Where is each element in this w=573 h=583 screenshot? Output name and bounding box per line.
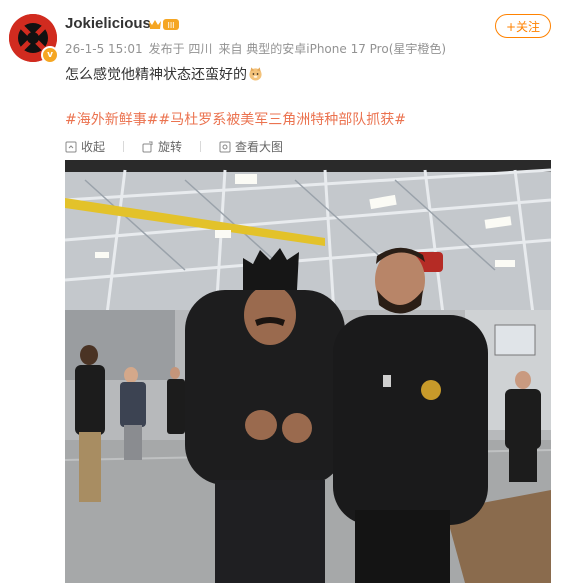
post-photo[interactable] bbox=[65, 160, 551, 583]
doge-emoji-icon bbox=[249, 67, 262, 81]
image-toolbar: 收起 旋转 查看大图 bbox=[65, 138, 301, 155]
member-crown-icon: III bbox=[149, 19, 179, 30]
collapse-icon bbox=[65, 141, 77, 152]
toolbar-divider bbox=[200, 141, 202, 152]
collapse-label: 收起 bbox=[81, 140, 106, 154]
post-text-body: 怎么感觉他精神状态还蛮好的 bbox=[65, 67, 247, 83]
level-badge: III bbox=[167, 21, 174, 30]
topic-maduro-captured[interactable]: #马杜罗系被美军三角洲特种部队抓获# bbox=[158, 112, 405, 128]
view-large-button[interactable]: 查看大图 bbox=[219, 138, 283, 155]
topic-tags: #海外新鲜事##马杜罗系被美军三角洲特种部队抓获# bbox=[65, 109, 406, 129]
toolbar-divider bbox=[123, 141, 125, 152]
post-timestamp[interactable]: 26-1-5 15:01 bbox=[65, 42, 143, 56]
username[interactable]: Jokielicious bbox=[65, 15, 151, 32]
collapse-button[interactable]: 收起 bbox=[65, 138, 105, 155]
view-large-icon bbox=[219, 141, 231, 152]
follow-button[interactable]: +关注 bbox=[495, 14, 551, 38]
rotate-button[interactable]: 旋转 bbox=[142, 138, 182, 155]
weibo-post: v Jokielicious III 26-1-5 15:01 发布于 四川 来自 … bbox=[0, 0, 573, 583]
post-text: 怎么感觉他精神状态还蛮好的 bbox=[65, 64, 263, 84]
hangar-photo-image bbox=[65, 160, 551, 583]
post-location: 发布于 四川 bbox=[148, 42, 213, 56]
topic-overseas-news[interactable]: #海外新鲜事# bbox=[65, 112, 158, 128]
verified-badge-icon: v bbox=[41, 46, 59, 64]
view-large-label: 查看大图 bbox=[235, 140, 284, 154]
rotate-icon bbox=[142, 141, 153, 152]
rotate-label: 旋转 bbox=[158, 140, 183, 154]
post-meta: 26-1-5 15:01 发布于 四川 来自 典型的安卓iPhone 17 Pro(… bbox=[65, 40, 452, 57]
post-source: 来自 典型的安卓iPhone 17 Pro(星宇橙色) bbox=[218, 42, 447, 56]
